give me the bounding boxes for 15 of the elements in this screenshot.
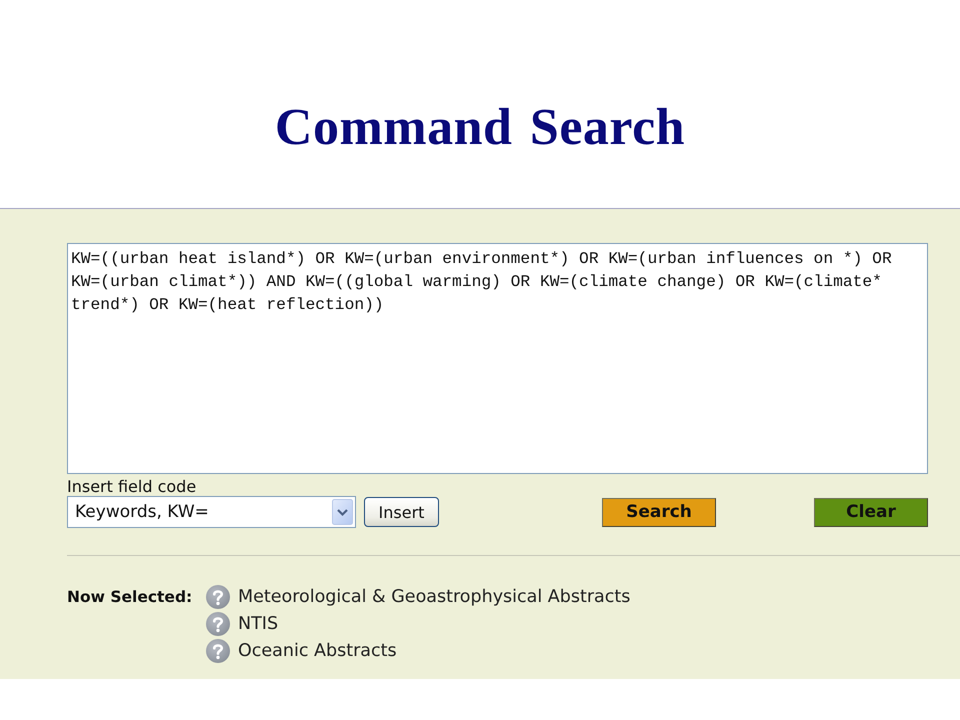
database-name: Meteorological & Geoastrophysical Abstracts — [238, 587, 630, 607]
query-field[interactable]: KW=((urban heat island*) OR KW=(urban environment*) OR KW=(urban influences on *) OR KW=(urban climat*)) AND KW=((global warming) OR KW=(climate change) OR KW=(climate* trend*) OR KW=(heat reflection)) — [67, 243, 928, 474]
clear-button[interactable]: Clear — [814, 498, 928, 526]
slide-title: Command Search — [274, 98, 686, 156]
help-icon[interactable] — [206, 585, 230, 609]
help-icon[interactable] — [206, 639, 230, 663]
field-code-label: Insert field code — [67, 477, 198, 496]
help-icon[interactable] — [206, 612, 230, 636]
chevron-down-icon — [332, 499, 353, 525]
database-name: Oceanic Abstracts — [238, 641, 397, 661]
field-code-select[interactable]: Keywords, KW= — [67, 496, 356, 528]
now-selected-label: Now Selected: — [67, 588, 194, 606]
search-button[interactable]: Search — [602, 498, 716, 526]
database-name: NTIS — [238, 614, 278, 634]
insert-button[interactable]: Insert — [364, 497, 439, 527]
